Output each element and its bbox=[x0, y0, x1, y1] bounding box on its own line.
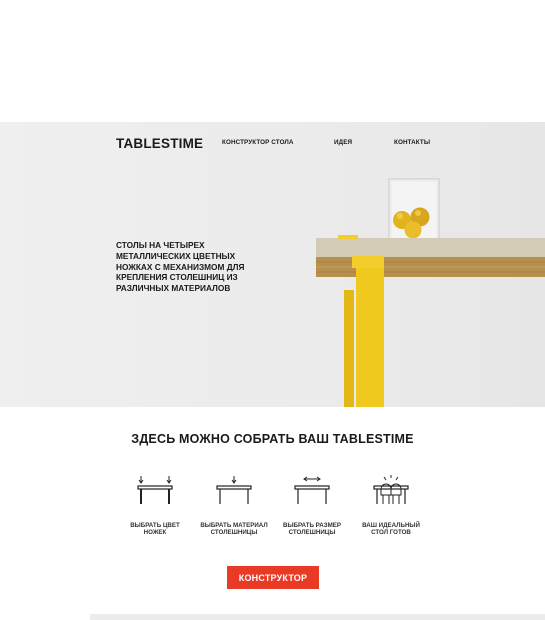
table-top-icon bbox=[216, 476, 252, 504]
step-label: ВАШ ИДЕАЛЬНЫЙ СТОЛ ГОТОВ bbox=[362, 522, 420, 537]
step-choose-material[interactable]: ВЫБРАТЬ МАТЕРИАЛ СТОЛЕШНИЦЫ bbox=[199, 474, 269, 536]
constructor-button[interactable]: КОНСТРУКТОР bbox=[227, 566, 319, 589]
hero-tagline: СТОЛЫ НА ЧЕТЫРЕХ МЕТАЛЛИЧЕСКИХ ЦВЕТНЫХ Н… bbox=[116, 240, 245, 294]
product-photo bbox=[316, 178, 545, 407]
step-choose-legs[interactable]: ВЫБРАТЬ ЦВЕТ НОЖЕК bbox=[120, 474, 190, 536]
step-label: ВЫБРАТЬ МАТЕРИАЛ СТОЛЕШНИЦЫ bbox=[200, 522, 268, 537]
nav-link-idea[interactable]: ИДЕЯ bbox=[334, 139, 352, 146]
steps-title: ЗДЕСЬ МОЖНО СОБРАТЬ ВАШ TABLESTIME bbox=[131, 432, 414, 446]
site-logo[interactable]: TABLESTIME bbox=[116, 136, 203, 151]
table-leg bbox=[344, 256, 384, 407]
hero-section: TABLESTIME КОНСТРУКТОР СТОЛА ИДЕЯ КОНТАК… bbox=[0, 122, 545, 407]
nav-link-constructor[interactable]: КОНСТРУКТОР СТОЛА bbox=[222, 139, 294, 146]
step-table-ready[interactable]: ВАШ ИДЕАЛЬНЫЙ СТОЛ ГОТОВ bbox=[356, 474, 426, 536]
table-top bbox=[316, 235, 545, 277]
next-section-edge bbox=[90, 614, 545, 620]
nav-link-contacts[interactable]: КОНТАКТЫ bbox=[394, 139, 430, 146]
table-size-icon bbox=[294, 476, 330, 504]
step-label: ВЫБРАТЬ ЦВЕТ НОЖЕК bbox=[130, 522, 180, 537]
step-label: ВЫБРАТЬ РАЗМЕР СТОЛЕШНИЦЫ bbox=[283, 522, 341, 537]
table-ready-icon bbox=[373, 475, 409, 504]
step-choose-size[interactable]: ВЫБРАТЬ РАЗМЕР СТОЛЕШНИЦЫ bbox=[277, 474, 347, 536]
glass-vase bbox=[388, 178, 440, 245]
table-legs-icon bbox=[137, 476, 173, 504]
